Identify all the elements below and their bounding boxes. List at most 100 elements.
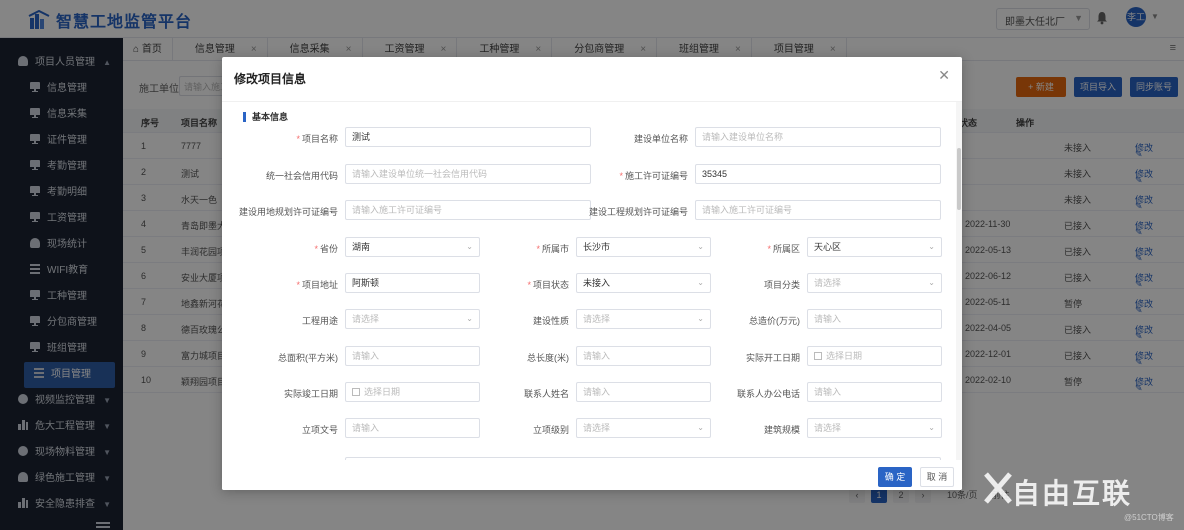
usage-label: 工程用途 [302, 314, 338, 327]
field-label-text: 实际竣工日期 [283, 389, 338, 399]
dialog-scrollbar[interactable] [956, 102, 962, 460]
section-title: 基本信息 [243, 112, 288, 122]
chevron-down-icon: ⌄ [697, 242, 704, 251]
contact-name-label: 联系人姓名 [524, 387, 569, 400]
field-value: 长沙市 [583, 242, 611, 252]
chevron-down-icon: ⌄ [697, 423, 704, 432]
credit-code-input[interactable]: 请输入建设单位统一社会信用代码 [345, 164, 591, 184]
chevron-down-icon: ⌄ [466, 314, 473, 323]
required-mark: * [767, 244, 771, 254]
field-value: 请输入 [352, 423, 380, 433]
scale-select[interactable]: 请选择 ⌄ [807, 418, 942, 438]
field-label-text: 总面积(平方米) [278, 353, 338, 363]
permit-no-input[interactable]: 35345 [695, 164, 941, 184]
field-value: 未接入 [583, 278, 611, 288]
status-select[interactable]: 未接入 ⌄ [576, 273, 711, 293]
field-value: 湖南 [352, 242, 371, 252]
dialog-footer: 确 定 取 消 [222, 460, 962, 490]
field-value: 请输入 [814, 387, 842, 397]
field-label-text: 联系人姓名 [523, 389, 569, 399]
land-permit-label: 建设用地规划许可证编号 [239, 205, 338, 218]
field-value: 请选择 [583, 314, 611, 324]
scale-label: 建筑规模 [764, 423, 800, 436]
field-label-text: 建筑规模 [763, 425, 800, 435]
city-label: * 所属市 [536, 242, 569, 255]
field-value: 请输入 [352, 351, 380, 361]
field-label-text: 建设用地规划许可证编号 [238, 207, 338, 217]
status-label: * 项目状态 [527, 278, 569, 291]
end-date-input[interactable]: 选择日期 [345, 382, 480, 402]
cost-input[interactable]: 请输入 [807, 309, 942, 329]
chevron-down-icon: ⌄ [928, 423, 935, 432]
field-label-text: 建设工程规划许可证编号 [588, 207, 688, 217]
approval-no-input[interactable]: 请输入 [345, 418, 480, 438]
field-label-text: 总长度(米) [527, 353, 569, 363]
dialog-body: 基本信息 * 项目名称 测试 建设单位名称 请输入建设单位名称 统一社会信用代码 请输入建设… [222, 101, 962, 460]
eng-permit-label: 建设工程规划许可证编号 [589, 205, 688, 218]
area-label: 总面积(平方米) [278, 351, 338, 364]
watermark-small: @51CTO博客 [1124, 513, 1174, 522]
dialog-title: 修改项目信息 [234, 72, 307, 86]
required-mark: * [619, 171, 623, 181]
field-value: 请输入建设单位统一社会信用代码 [352, 169, 488, 179]
city-select[interactable]: 长沙市 ⌄ [576, 237, 711, 257]
build-unit-input[interactable]: 请输入建设单位名称 [695, 127, 941, 147]
address-label: * 项目地址 [296, 278, 338, 291]
field-label-text: 工程用途 [301, 316, 338, 326]
usage-select[interactable]: 请选择 ⌄ [345, 309, 480, 329]
approval-level-label: 立项级别 [533, 423, 569, 436]
eng-permit-input[interactable]: 请输入施工许可证编号 [695, 200, 941, 220]
watermark-logo-icon [984, 472, 1012, 504]
address-input[interactable]: 阿斯顿 [345, 273, 480, 293]
field-value: 请输入施工许可证编号 [352, 205, 443, 215]
field-label-text: 省份 [319, 244, 338, 254]
chevron-down-icon: ⌄ [928, 242, 935, 251]
contact-phone-input[interactable]: 请输入 [807, 382, 942, 402]
province-select[interactable]: 湖南 ⌄ [345, 237, 480, 257]
approval-level-select[interactable]: 请选择 ⌄ [576, 418, 711, 438]
required-mark: * [527, 280, 531, 290]
approval-no-label: 立项文号 [302, 423, 338, 436]
area-input[interactable]: 请输入 [345, 346, 480, 366]
field-label-text: 所属市 [541, 244, 569, 254]
category-label: 项目分类 [764, 278, 800, 291]
contact-name-input[interactable]: 请输入 [576, 382, 711, 402]
required-mark: * [536, 244, 540, 254]
field-label-text: 项目分类 [763, 280, 800, 290]
confirm-button[interactable]: 确 定 [878, 467, 912, 487]
field-label-text: 联系人办公电话 [736, 389, 800, 399]
credit-code-label: 统一社会信用代码 [266, 169, 338, 182]
required-mark: * [296, 134, 300, 144]
chevron-down-icon: ⌄ [697, 314, 704, 323]
calendar-icon [814, 352, 822, 360]
field-label-text: 施工许可证编号 [624, 171, 688, 181]
chevron-down-icon: ⌄ [697, 278, 704, 287]
district-select[interactable]: 天心区 ⌄ [807, 237, 942, 257]
field-value: 请选择 [352, 314, 380, 324]
build-unit-label: 建设单位名称 [634, 132, 688, 145]
nature-select[interactable]: 请选择 ⌄ [576, 309, 711, 329]
chevron-down-icon: ⌄ [466, 242, 473, 251]
start-date-input[interactable]: 选择日期 [807, 346, 942, 366]
field-label-text: 立项级别 [532, 425, 569, 435]
project-name-input[interactable]: 测试 [345, 127, 591, 147]
end-date-label: 实际竣工日期 [284, 387, 338, 400]
cancel-button[interactable]: 取 消 [920, 467, 954, 487]
field-value: 选择日期 [364, 387, 401, 397]
province-label: * 省份 [314, 242, 338, 255]
field-value: 阿斯顿 [352, 278, 380, 288]
category-select[interactable]: 请选择 ⌄ [807, 273, 942, 293]
scrollbar-thumb[interactable] [957, 148, 961, 210]
field-value: 请选择 [814, 423, 842, 433]
length-label: 总长度(米) [527, 351, 569, 364]
contact-phone-label: 联系人办公电话 [737, 387, 800, 400]
field-value: 请输入 [814, 314, 842, 324]
close-icon[interactable]: ✕ [938, 67, 950, 84]
field-label-text: 立项文号 [301, 425, 338, 435]
required-mark: * [296, 280, 300, 290]
field-value: 选择日期 [826, 351, 863, 361]
length-input[interactable]: 请输入 [576, 346, 711, 366]
land-permit-input[interactable]: 请输入施工许可证编号 [345, 200, 591, 220]
field-value: 请选择 [583, 423, 611, 433]
start-date-label: 实际开工日期 [746, 351, 800, 364]
